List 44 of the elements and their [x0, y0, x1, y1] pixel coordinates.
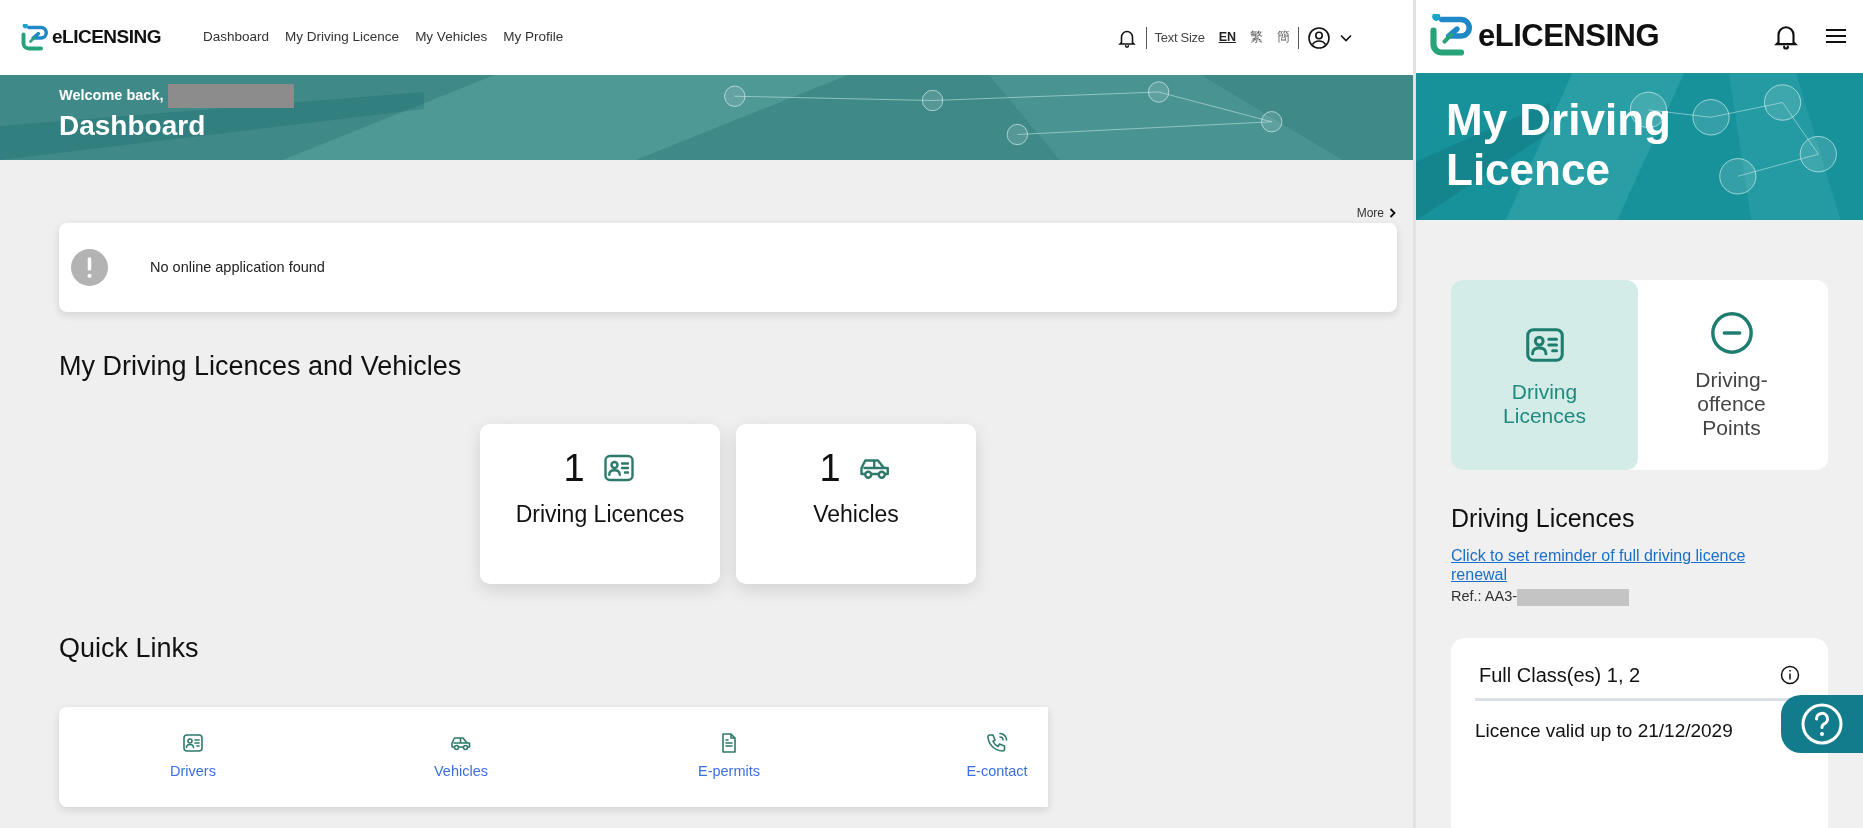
- logo-text: eLICENSING: [1478, 17, 1660, 56]
- user-icon: [1307, 25, 1331, 50]
- card-label: Driving Licences: [515, 500, 685, 530]
- help-button[interactable]: [1781, 695, 1863, 753]
- section-heading: Driving Licences: [1451, 503, 1636, 535]
- language-option[interactable]: EN: [1218, 28, 1236, 47]
- welcome-text: Welcome back,: [59, 86, 164, 106]
- nav-link[interactable]: Dashboard: [203, 27, 270, 48]
- quick-link[interactable]: E-contact: [966, 730, 1028, 783]
- language-option[interactable]: 簡: [1277, 28, 1290, 47]
- page-title: My Driving Licence: [1446, 94, 1672, 196]
- quick-link[interactable]: E-permits: [697, 730, 760, 783]
- licence-classes: Full Class(es) 1, 2: [1479, 663, 1641, 688]
- more-link[interactable]: More: [1356, 203, 1397, 223]
- card-label: Vehicles: [813, 500, 899, 530]
- text-size-label: Text Size: [1154, 28, 1205, 47]
- logo-text: eLICENSING: [52, 25, 162, 50]
- section-heading: Quick Links: [59, 632, 200, 665]
- question-icon: [1800, 702, 1844, 746]
- page-title: Dashboard: [59, 109, 207, 143]
- phone-icon: [985, 730, 1009, 755]
- ref-text: Ref.: AA3-: [1451, 587, 1518, 607]
- alert-icon: [71, 249, 108, 286]
- count: 1: [819, 449, 841, 488]
- chevron-right-icon: [1388, 208, 1397, 218]
- licence-validity: Licence valid up to 21/12/2029: [1475, 719, 1734, 743]
- logo-icon: [1428, 14, 1472, 59]
- quick-link[interactable]: Vehicles: [434, 730, 488, 783]
- section-heading: My Driving Licences and Vehicles: [59, 350, 463, 383]
- minus-circle-icon: [1708, 310, 1755, 357]
- menu-icon: [1825, 27, 1847, 46]
- count: 1: [563, 449, 585, 488]
- nav-link[interactable]: My Profile: [503, 27, 564, 48]
- info-icon: [1780, 665, 1800, 685]
- nav-link[interactable]: My Vehicles: [415, 27, 488, 48]
- nav-link[interactable]: My Driving Licence: [285, 27, 400, 48]
- alert-message: No online application found: [150, 257, 325, 277]
- summary-card[interactable]: 1 Driving Licences: [480, 424, 720, 585]
- language-option[interactable]: 繁: [1250, 28, 1263, 47]
- summary-card[interactable]: 1 Vehicles: [736, 424, 976, 585]
- quick-link[interactable]: Drivers: [170, 730, 216, 783]
- logo-icon: [20, 23, 48, 52]
- reminder-link[interactable]: Click to set reminder of full driving licence renewal: [1451, 545, 1781, 585]
- tab[interactable]: Driving-offence Points: [1638, 280, 1825, 471]
